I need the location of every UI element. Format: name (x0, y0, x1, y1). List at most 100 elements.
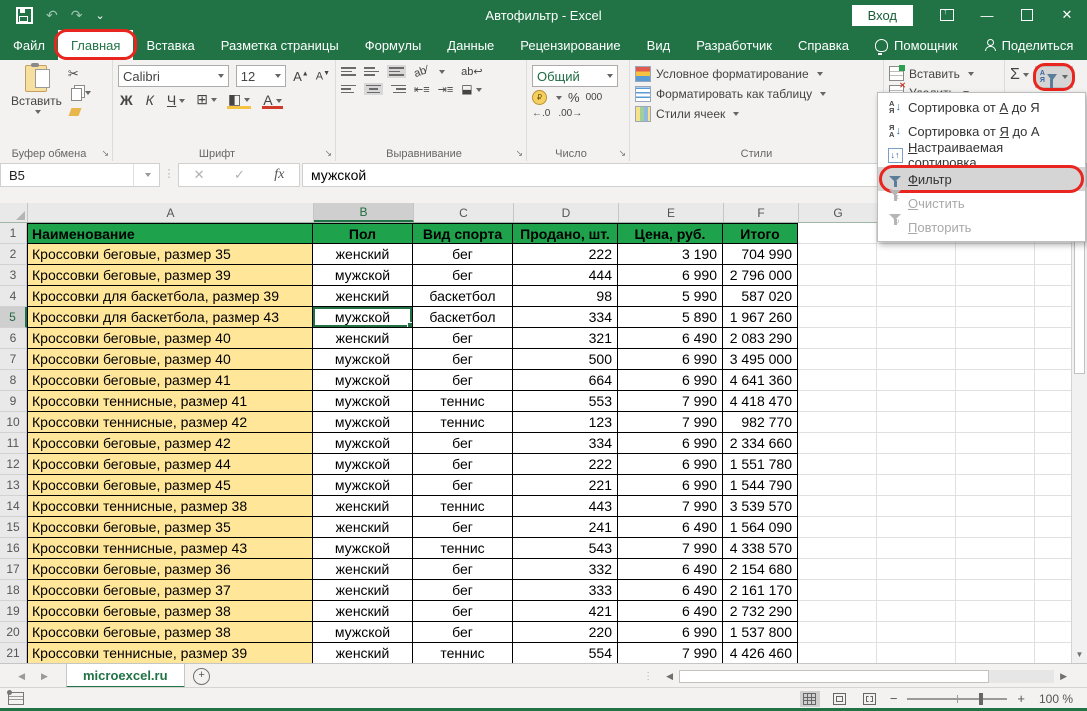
cell-A21[interactable]: Кроссовки теннисные, размер 39 (27, 643, 313, 664)
cell-D11[interactable]: 334 (513, 433, 618, 454)
cell-C6[interactable]: бег (413, 328, 513, 349)
cell-F3[interactable]: 2 796 000 (723, 265, 798, 286)
italic-button[interactable]: К (144, 92, 156, 108)
cell-E1[interactable]: Цена, руб. (618, 223, 723, 244)
cell-F12[interactable]: 1 551 780 (723, 454, 798, 475)
copy-button[interactable] (68, 85, 91, 101)
row-header-18[interactable]: 18 (0, 580, 27, 601)
cell-E4[interactable]: 5 990 (618, 286, 723, 307)
borders-button[interactable]: ⊞ (196, 91, 217, 108)
cell-G17[interactable] (798, 559, 877, 580)
cell-B21[interactable]: женский (313, 643, 413, 664)
scroll-right-icon[interactable]: ▶ (1056, 671, 1071, 682)
font-size-select[interactable]: 12 (235, 65, 287, 87)
underline-button[interactable]: Ч (165, 92, 187, 108)
cell-E16[interactable]: 7 990 (618, 538, 723, 559)
menu-item-custom-sort[interactable]: ↓↑ Настраиваемая сортировка... (878, 140, 1085, 170)
row-header-21[interactable]: 21 (0, 643, 27, 664)
cell-E19[interactable]: 6 490 (618, 601, 723, 622)
cell-E11[interactable]: 6 990 (618, 433, 723, 454)
cell-D17[interactable]: 332 (513, 559, 618, 580)
cell-A7[interactable]: Кроссовки беговые, размер 40 (27, 349, 313, 370)
cell-E5[interactable]: 5 890 (618, 307, 723, 328)
cell-F8[interactable]: 4 641 360 (723, 370, 798, 391)
cell-F18[interactable]: 2 161 170 (723, 580, 798, 601)
cell-G20[interactable] (798, 622, 877, 643)
cell-A8[interactable]: Кроссовки беговые, размер 41 (27, 370, 313, 391)
cell-C8[interactable]: бег (413, 370, 513, 391)
empty-cells[interactable] (877, 538, 1072, 559)
cell-F10[interactable]: 982 770 (723, 412, 798, 433)
bold-button[interactable]: Ж (118, 92, 135, 108)
align-center-icon[interactable] (364, 82, 383, 96)
cell-C11[interactable]: бег (413, 433, 513, 454)
cell-A2[interactable]: Кроссовки беговые, размер 35 (27, 244, 313, 265)
macro-record-icon[interactable] (7, 690, 24, 705)
minimize-button[interactable]: — (967, 0, 1007, 30)
close-button[interactable]: ✕ (1047, 0, 1087, 30)
column-header-C[interactable]: C (414, 203, 514, 222)
paste-button[interactable]: Вставить (5, 63, 68, 145)
tab-formulas[interactable]: Формулы (352, 30, 435, 60)
cell-B16[interactable]: мужской (313, 538, 413, 559)
font-family-select[interactable]: Calibri (118, 65, 229, 87)
cell-C17[interactable]: бег (413, 559, 513, 580)
tab-page-layout[interactable]: Разметка страницы (208, 30, 352, 60)
row-header-5[interactable]: 5 (0, 307, 27, 328)
tab-help[interactable]: Справка (785, 30, 862, 60)
cell-F11[interactable]: 2 334 660 (723, 433, 798, 454)
cell-E21[interactable]: 7 990 (618, 643, 723, 664)
zoom-slider-thumb[interactable] (979, 692, 984, 705)
cell-A10[interactable]: Кроссовки теннисные, размер 42 (27, 412, 313, 433)
format-painter-button[interactable] (68, 104, 91, 120)
name-box[interactable]: B5 (0, 163, 160, 187)
cell-F14[interactable]: 3 539 570 (723, 496, 798, 517)
empty-cells[interactable] (877, 454, 1072, 475)
wrap-text-button[interactable]: ab↩ (461, 65, 482, 78)
decrease-decimal-icon[interactable]: .00→ (558, 108, 582, 119)
cell-F21[interactable]: 4 426 460 (723, 643, 798, 664)
cell-G4[interactable] (798, 286, 877, 307)
comma-style-button[interactable]: 000 (586, 92, 603, 103)
sort-filter-button[interactable]: А Я (1032, 63, 1075, 91)
zoom-slider[interactable] (907, 692, 1008, 705)
cell-F17[interactable]: 2 154 680 (723, 559, 798, 580)
cell-F1[interactable]: Итого (723, 223, 798, 244)
row-header-17[interactable]: 17 (0, 559, 27, 580)
cell-D18[interactable]: 333 (513, 580, 618, 601)
redo-icon[interactable]: ↷ (71, 8, 83, 22)
cell-A19[interactable]: Кроссовки беговые, размер 38 (27, 601, 313, 622)
select-all-corner[interactable] (0, 203, 28, 222)
cell-E18[interactable]: 6 490 (618, 580, 723, 601)
decrease-indent-icon[interactable]: ⇤≡ (414, 83, 430, 96)
cell-A3[interactable]: Кроссовки беговые, размер 39 (27, 265, 313, 286)
cell-F9[interactable]: 4 418 470 (723, 391, 798, 412)
share-button[interactable]: Поделиться (971, 30, 1087, 60)
row-header-2[interactable]: 2 (0, 244, 27, 265)
column-header-D[interactable]: D (514, 203, 619, 222)
page-layout-view-button[interactable] (830, 691, 850, 707)
cell-A4[interactable]: Кроссовки для баскетбола, размер 39 (27, 286, 313, 307)
cell-D8[interactable]: 664 (513, 370, 618, 391)
tab-insert[interactable]: Вставка (133, 30, 207, 60)
cell-D2[interactable]: 222 (513, 244, 618, 265)
cell-A1[interactable]: Наименование (27, 223, 313, 244)
cell-E12[interactable]: 6 990 (618, 454, 723, 475)
cell-E7[interactable]: 6 990 (618, 349, 723, 370)
row-header-20[interactable]: 20 (0, 622, 27, 643)
horizontal-scrollbar[interactable] (679, 669, 1055, 683)
format-as-table-button[interactable]: Форматировать как таблицу (635, 86, 827, 102)
cell-E13[interactable]: 6 990 (618, 475, 723, 496)
scroll-left-icon[interactable]: ◀ (662, 671, 677, 682)
insert-cells-button[interactable]: Вставить (889, 65, 974, 81)
cell-C3[interactable]: бег (413, 265, 513, 286)
confirm-entry-icon[interactable]: ✓ (234, 167, 245, 183)
empty-cells[interactable] (877, 349, 1072, 370)
cell-B20[interactable]: мужской (313, 622, 413, 643)
empty-cells[interactable] (877, 559, 1072, 580)
cell-B4[interactable]: женский (313, 286, 413, 307)
accounting-format-icon[interactable]: ₽ (532, 90, 547, 105)
row-header-6[interactable]: 6 (0, 328, 27, 349)
cell-G14[interactable] (798, 496, 877, 517)
cell-B18[interactable]: женский (313, 580, 413, 601)
